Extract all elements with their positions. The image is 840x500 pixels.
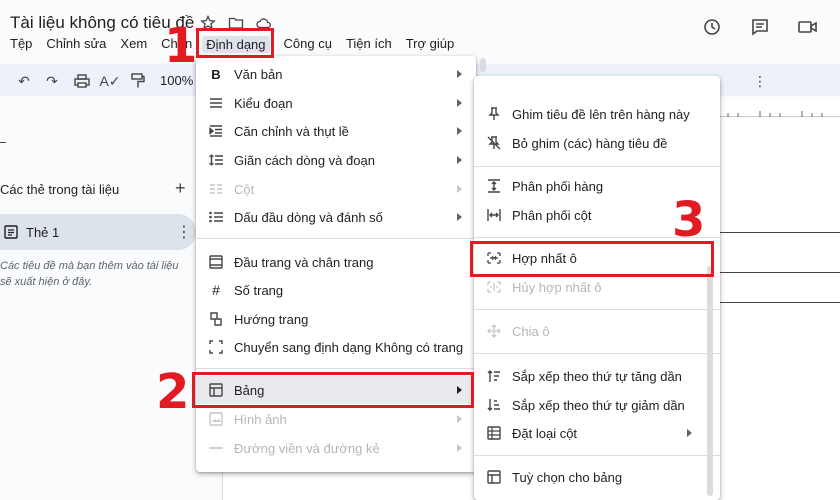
tab-more-icon[interactable]: ⋮ bbox=[176, 222, 192, 242]
submenu-item-unpin-header[interactable]: Bỏ ghim (các) hàng tiêu đề bbox=[474, 129, 720, 157]
highlight-table-item bbox=[192, 372, 474, 408]
menu-separator bbox=[474, 309, 720, 310]
distribute-columns-icon bbox=[486, 207, 502, 223]
menu-file[interactable]: Tệp bbox=[10, 36, 32, 53]
table-border bbox=[712, 232, 840, 233]
submenu-item-sort-ascending[interactable]: Sắp xếp theo thứ tự tăng dần bbox=[474, 362, 720, 390]
zoom-select[interactable]: 100% bbox=[160, 73, 193, 88]
menu-separator bbox=[196, 238, 476, 239]
unmerge-cells-icon bbox=[486, 279, 502, 295]
menu-item-align-indent[interactable]: Căn chỉnh và thụt lề bbox=[196, 117, 476, 145]
video-call-icon[interactable] bbox=[796, 15, 820, 39]
menu-separator bbox=[474, 166, 720, 167]
pageless-icon bbox=[208, 339, 224, 355]
highlight-format-menu bbox=[196, 28, 274, 58]
bold-icon: B bbox=[211, 66, 221, 82]
unpin-icon bbox=[486, 135, 502, 151]
hash-icon: # bbox=[212, 282, 220, 298]
add-tab-icon[interactable]: + bbox=[175, 178, 186, 199]
menu-item-image[interactable]: Hình ảnh bbox=[196, 405, 476, 433]
paint-format-icon[interactable] bbox=[128, 72, 148, 90]
sort-desc-icon bbox=[486, 397, 502, 413]
submenu-item-column-type[interactable]: Đặt loại cột bbox=[474, 419, 720, 447]
line-icon bbox=[208, 440, 224, 456]
submenu-item-unmerge-cells[interactable]: Hủy hợp nhất ô bbox=[474, 273, 720, 301]
column-type-icon bbox=[486, 425, 502, 441]
image-icon bbox=[208, 411, 224, 427]
paragraph-style-icon bbox=[208, 95, 224, 111]
header-actions bbox=[700, 15, 820, 39]
menu-item-page-numbers[interactable]: # Số trang bbox=[196, 276, 476, 304]
more-options-icon[interactable]: ⋮ bbox=[750, 72, 770, 90]
sidebar-heading: Các thẻ trong tài liệu bbox=[0, 182, 120, 197]
header-footer-icon bbox=[208, 254, 224, 270]
menu-edit[interactable]: Chỉnh sửa bbox=[46, 36, 106, 53]
menu-item-headers-footers[interactable]: Đầu trang và chân trang bbox=[196, 248, 476, 276]
history-icon[interactable] bbox=[700, 15, 724, 39]
sidebar-tab-1[interactable]: Thẻ 1 ⋮ bbox=[0, 214, 196, 250]
menu-tools[interactable]: Công cụ bbox=[284, 36, 332, 53]
comments-icon[interactable] bbox=[748, 15, 772, 39]
menu-separator bbox=[474, 353, 720, 354]
sort-asc-icon bbox=[486, 368, 502, 384]
align-indent-icon bbox=[208, 123, 224, 139]
format-menu: B Văn bản Kiểu đoạn Căn chỉnh và thụt lề… bbox=[196, 56, 486, 472]
columns-icon bbox=[208, 181, 224, 197]
spellcheck-icon[interactable]: A✓ bbox=[99, 72, 120, 90]
orientation-icon bbox=[208, 311, 224, 327]
menu-item-columns[interactable]: Cột bbox=[196, 175, 476, 203]
menu-item-borders-lines[interactable]: Đường viền và đường kẻ bbox=[196, 434, 476, 462]
submenu-scrollbar[interactable] bbox=[707, 266, 713, 496]
redo-icon[interactable]: ↷ bbox=[42, 72, 62, 90]
sidebar-hint: Các tiêu đề mà bạn thêm vào tài liệu sẽ … bbox=[0, 260, 179, 288]
sidebar-tab-label: Thẻ 1 bbox=[26, 225, 60, 240]
step-3-label: 3 bbox=[672, 192, 706, 248]
line-spacing-icon bbox=[208, 152, 224, 168]
menu-item-paragraph-styles[interactable]: Kiểu đoạn bbox=[196, 89, 476, 117]
table-submenu: Ghim tiêu đề lên trên hàng này Bỏ ghim (… bbox=[474, 76, 720, 500]
document-icon bbox=[4, 225, 18, 239]
ruler[interactable] bbox=[710, 101, 840, 117]
submenu-item-pin-header[interactable]: Ghim tiêu đề lên trên hàng này bbox=[474, 100, 720, 128]
menu-scrollbar[interactable] bbox=[480, 58, 486, 72]
submenu-item-split-cell[interactable]: Chia ô bbox=[474, 317, 720, 345]
submenu-item-table-options[interactable]: Tuỳ chọn cho bảng bbox=[474, 463, 720, 491]
table-border bbox=[712, 302, 840, 303]
menu-item-line-spacing[interactable]: Giãn cách dòng và đoạn bbox=[196, 146, 476, 174]
menu-item-pageless[interactable]: Chuyển sang định dạng Không có trang bbox=[196, 333, 476, 361]
sidebar-close-icon[interactable] bbox=[0, 142, 6, 143]
split-cell-icon bbox=[486, 323, 502, 339]
document-tabs-sidebar: Các thẻ trong tài liệu + Thẻ 1 ⋮ Các tiê… bbox=[0, 118, 196, 500]
menu-separator bbox=[474, 455, 720, 456]
table-options-icon bbox=[486, 469, 502, 485]
menu-item-page-orientation[interactable]: Hướng trang bbox=[196, 305, 476, 333]
menu-extensions[interactable]: Tiện ích bbox=[346, 36, 392, 53]
undo-icon[interactable]: ↶ bbox=[14, 72, 34, 90]
menu-view[interactable]: Xem bbox=[120, 36, 147, 53]
distribute-rows-icon bbox=[486, 178, 502, 194]
step-1-label: 1 bbox=[164, 18, 198, 74]
bullets-icon bbox=[208, 209, 224, 225]
menu-separator bbox=[196, 368, 476, 369]
step-2-label: 2 bbox=[156, 364, 190, 420]
print-icon[interactable] bbox=[72, 72, 92, 90]
submenu-item-sort-descending[interactable]: Sắp xếp theo thứ tự giảm dần bbox=[474, 391, 720, 419]
table-border bbox=[712, 272, 840, 273]
menu-item-text[interactable]: B Văn bản bbox=[196, 60, 476, 88]
pin-icon bbox=[486, 106, 502, 122]
menu-item-bullets[interactable]: Dấu đầu dòng và đánh số bbox=[196, 203, 476, 231]
menu-help[interactable]: Trợ giúp bbox=[406, 36, 455, 53]
